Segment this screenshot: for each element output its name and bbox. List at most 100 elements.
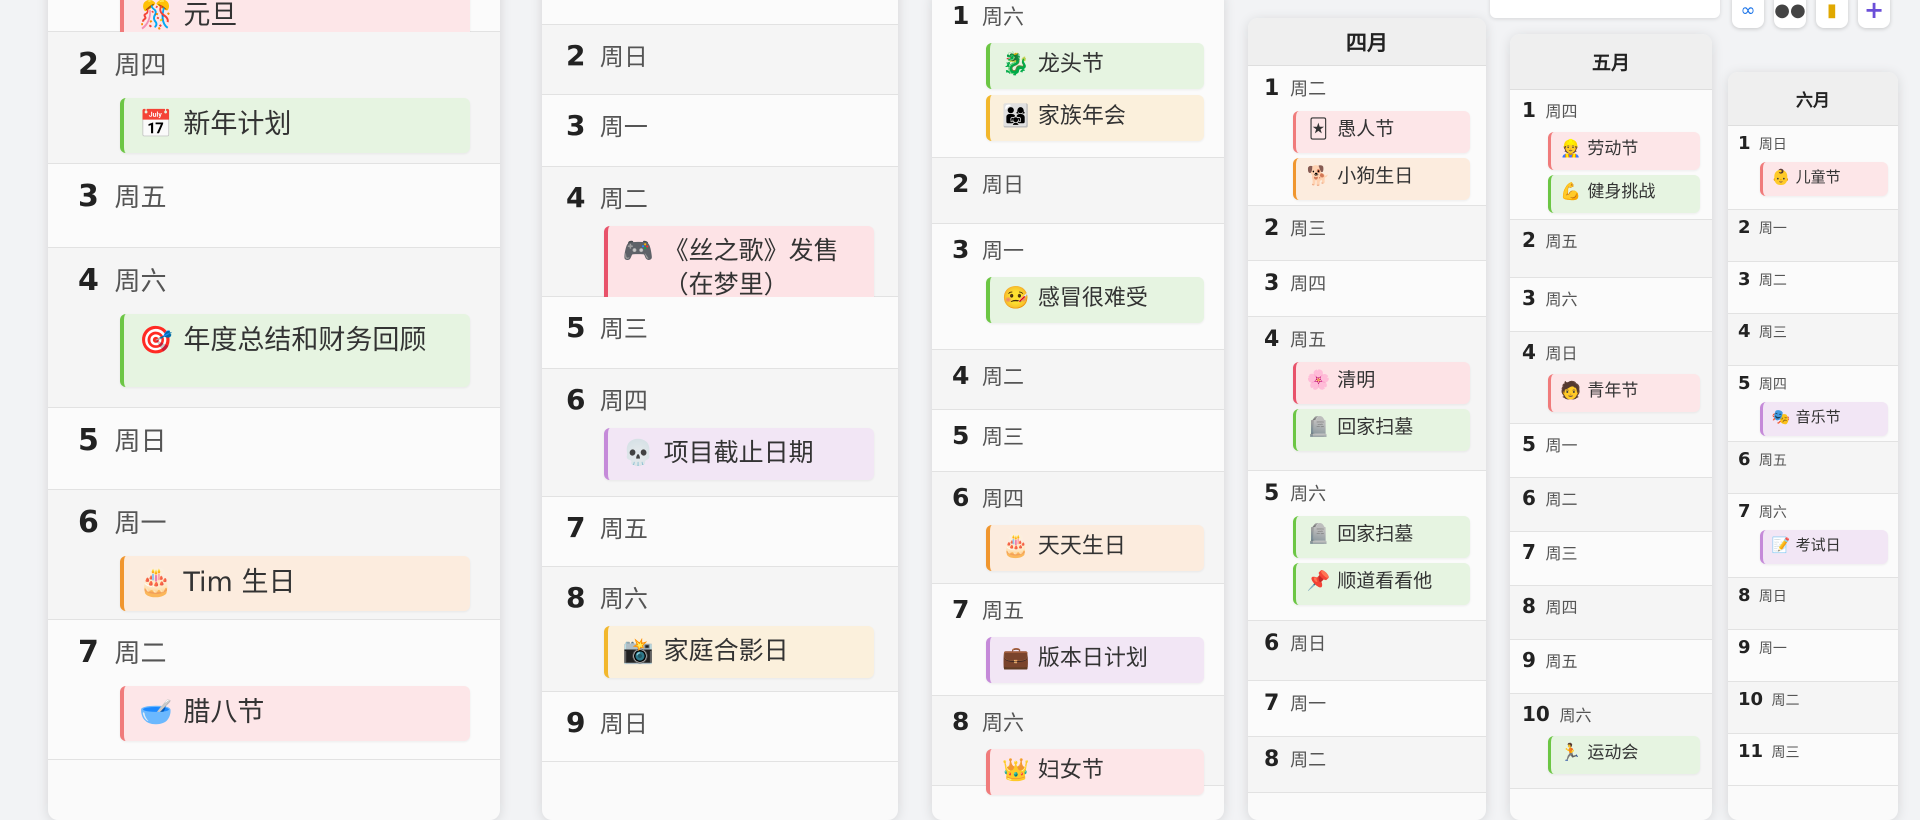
day-cell[interactable]: 7 周五 💼 版本日计划 <box>932 584 1224 696</box>
event-chip[interactable]: 🐕 小狗生日 <box>1292 158 1470 200</box>
day-cell[interactable]: 8 周日 <box>1728 578 1898 630</box>
eyes-button[interactable]: ●● <box>1774 0 1806 28</box>
event-label: 龙头节 <box>1037 51 1104 77</box>
day-cell[interactable]: 4 周二 <box>932 350 1224 410</box>
day-cell[interactable]: 9 周日 <box>542 692 898 762</box>
day-cell[interactable]: 10 周六 🏃 运动会 <box>1510 694 1712 789</box>
event-label: 感冒很难受 <box>1037 285 1148 311</box>
event-chip[interactable]: 📝 考试日 <box>1760 530 1888 564</box>
day-cell[interactable]: 🎊 元旦 <box>48 0 500 44</box>
event-chip[interactable]: 📅 新年计划 <box>119 98 470 153</box>
day-cell[interactable]: 6 周日 <box>1248 621 1486 681</box>
weekday-label: 周一 <box>599 113 648 141</box>
event-icon: 📸 <box>622 636 654 666</box>
day-cell[interactable]: 1 周二 🃏 愚人节 🐕 小狗生日 <box>1248 66 1486 206</box>
day-cell[interactable]: 1 周日 👶 儿童节 <box>1728 126 1898 210</box>
day-cell[interactable]: 3 周一 <box>542 95 898 167</box>
day-cell[interactable]: 3 周四 <box>1248 261 1486 317</box>
weekday-label: 周六 <box>1758 505 1787 521</box>
day-cell[interactable]: 10 周二 <box>1728 682 1898 734</box>
day-cell[interactable]: 6 周二 <box>1510 478 1712 532</box>
event-chip[interactable]: 🎂 Tim 生日 <box>119 556 470 611</box>
event-chip[interactable]: 📸 家庭合影日 <box>604 626 874 678</box>
day-cell[interactable]: 7 周二 🥣 腊八节 <box>48 620 500 760</box>
day-cell[interactable]: 6 周五 <box>1728 442 1898 494</box>
day-cell[interactable]: 7 周三 <box>1510 532 1712 586</box>
weekday-label: 周日 <box>1758 137 1787 153</box>
day-cell[interactable]: 7 周五 <box>542 497 898 567</box>
event-chip[interactable]: 🌸 清明 <box>1292 362 1470 404</box>
day-cell[interactable]: 8 周四 <box>1510 586 1712 640</box>
day-cell[interactable]: 3 周六 <box>1510 278 1712 332</box>
event-icon: 📅 <box>139 109 173 141</box>
day-cell[interactable]: 4 周日 🧑 青年节 <box>1510 332 1712 424</box>
event-chip[interactable]: 🏃 运动会 <box>1547 736 1700 774</box>
day-cell[interactable]: 6 周四 💀 项目截止日期 <box>542 369 898 497</box>
day-cell[interactable]: 5 周六 🪦 回家扫墓 📌 顺道看看他 <box>1248 471 1486 621</box>
day-cell[interactable]: 2 周一 <box>1728 210 1898 262</box>
day-cell[interactable]: 11 周三 <box>1728 734 1898 786</box>
event-icon: 🤒 <box>1002 285 1030 311</box>
event-chip[interactable]: 🥣 腊八节 <box>119 686 470 741</box>
event-chip[interactable]: 💼 版本日计划 <box>985 636 1204 683</box>
event-chip[interactable]: 👷 劳动节 <box>1547 132 1700 170</box>
day-cell[interactable]: 7 周一 <box>1248 681 1486 737</box>
search-input[interactable] <box>1490 0 1720 18</box>
link-button[interactable]: ∞ <box>1732 0 1764 28</box>
event-chip[interactable]: 👨‍👩‍👧 家族年会 <box>985 94 1204 141</box>
day-cell[interactable]: 5 周四 🎭 音乐节 <box>1728 366 1898 442</box>
day-cell[interactable]: 4 周三 <box>1728 314 1898 366</box>
day-cell[interactable]: 8 周六 👑 妇女节 <box>932 696 1224 795</box>
weekday-label: 周三 <box>1758 325 1787 341</box>
event-chip[interactable]: 💀 项目截止日期 <box>604 428 874 480</box>
day-cell[interactable]: 1 周六 🐉 龙头节 👨‍👩‍👧 家族年会 <box>932 0 1224 158</box>
day-cell[interactable]: 6 周四 🎂 天天生日 <box>932 472 1224 584</box>
event-chip[interactable]: 📌 顺道看看他 <box>1292 563 1470 605</box>
day-cell[interactable]: 1 周四 👷 劳动节 💪 健身挑战 <box>1510 90 1712 220</box>
weekday-label: 周三 <box>1545 544 1578 563</box>
event-chip[interactable]: 👑 妇女节 <box>985 748 1204 795</box>
event-chip[interactable]: 🎭 音乐节 <box>1760 402 1888 436</box>
event-chip[interactable]: 🎂 天天生日 <box>985 524 1204 571</box>
day-cell[interactable]: 9 周五 <box>1510 640 1712 694</box>
event-chip[interactable]: 🪦 回家扫墓 <box>1292 409 1470 451</box>
weekday-label: 周六 <box>982 4 1024 29</box>
event-label: 小狗生日 <box>1337 165 1414 188</box>
event-chip[interactable]: 🃏 愚人节 <box>1292 111 1470 153</box>
day-cell[interactable]: 2 周三 <box>1248 206 1486 261</box>
weekday-label: 周日 <box>1758 589 1787 605</box>
day-cell[interactable]: 5 周三 <box>932 410 1224 472</box>
day-cell[interactable]: 8 周六 📸 家庭合影日 <box>542 567 898 692</box>
event-chip[interactable]: 🎯 年度总结和财务回顾 <box>119 314 470 387</box>
day-cell[interactable]: 8 周二 <box>1248 737 1486 793</box>
day-cell[interactable]: 6 周一 🎂 Tim 生日 <box>48 490 500 620</box>
day-cell[interactable]: 4 周五 🌸 清明 🪦 回家扫墓 <box>1248 317 1486 471</box>
day-cell[interactable]: 4 周六 🎯 年度总结和财务回顾 <box>48 248 500 408</box>
day-cell[interactable]: 2 周四 📅 新年计划 <box>48 32 500 164</box>
day-cell[interactable] <box>542 0 898 25</box>
note-button[interactable]: ▮ <box>1816 0 1848 28</box>
day-cell[interactable]: 5 周三 <box>542 297 898 369</box>
event-icon: 👶 <box>1771 167 1791 186</box>
day-cell[interactable]: 5 周日 <box>48 408 500 490</box>
event-chip[interactable]: 🧑 青年节 <box>1547 374 1700 412</box>
event-chip[interactable]: 💪 健身挑战 <box>1547 175 1700 213</box>
day-cell[interactable]: 7 周六 📝 考试日 <box>1728 494 1898 578</box>
day-cell[interactable]: 4 周二 🎮 《丝之歌》发售（在梦里） <box>542 167 898 311</box>
day-cell[interactable]: 3 周一 🤒 感冒很难受 <box>932 224 1224 350</box>
event-chip[interactable]: 🪦 回家扫墓 <box>1292 516 1470 558</box>
day-cell[interactable]: 2 周日 <box>542 25 898 95</box>
day-cell[interactable]: 9 周一 <box>1728 630 1898 682</box>
weekday-label: 周六 <box>1290 484 1327 505</box>
event-label: Tim 生日 <box>183 567 296 599</box>
add-button[interactable]: + <box>1858 0 1890 28</box>
event-chip[interactable]: 🤒 感冒很难受 <box>985 276 1204 323</box>
day-cell[interactable]: 2 周日 <box>932 158 1224 224</box>
event-chip[interactable]: 👶 儿童节 <box>1760 162 1888 196</box>
day-cell[interactable]: 3 周五 <box>48 164 500 248</box>
day-cell[interactable]: 5 周一 <box>1510 424 1712 478</box>
day-cell[interactable]: 2 周五 <box>1510 220 1712 278</box>
day-number: 6 <box>1264 631 1280 656</box>
event-chip[interactable]: 🐉 龙头节 <box>985 42 1204 89</box>
day-cell[interactable]: 3 周二 <box>1728 262 1898 314</box>
